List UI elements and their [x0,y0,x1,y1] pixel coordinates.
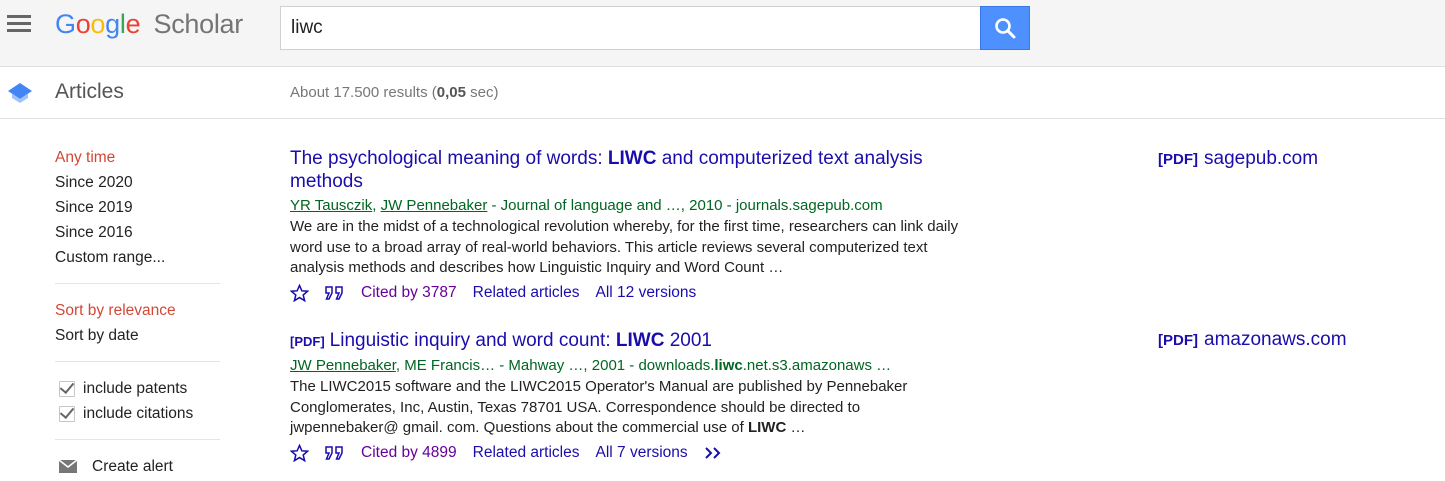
cited-by-link[interactable]: Cited by 4899 [361,442,457,464]
sub-header: Articles About 17.500 results (0,05 sec) [0,67,1445,119]
divider [55,283,220,284]
pdf-tag: [PDF] [290,334,325,349]
pdf-side-link[interactable]: [PDF] sagepub.com [1158,148,1318,170]
envelope-icon [59,459,77,473]
checkbox-label: include citations [83,405,194,422]
result-title-link[interactable]: [PDF] Linguistic inquiry and word count: … [290,329,970,353]
sort-by-relevance[interactable]: Sort by relevance [55,298,220,323]
create-alert-label: Create alert [92,458,173,475]
filter-sidebar: Any time Since 2020 Since 2019 Since 201… [55,145,220,479]
search-button[interactable] [980,6,1030,50]
save-star-icon[interactable] [290,443,309,462]
author-link[interactable]: JW Pennebaker [290,357,396,374]
google-wordmark: Google [55,9,141,39]
search-icon [995,18,1016,39]
include-patents-checkbox[interactable]: include patents [55,376,220,401]
section-title: Articles [55,80,124,103]
cite-quote-icon[interactable] [325,445,345,460]
results-count: About 17.500 results (0,05 sec) [290,84,499,101]
save-star-icon[interactable] [290,283,309,302]
result-meta: JW Pennebaker, ME Francis… - Mahway …, 2… [290,357,892,374]
result-title-link[interactable]: The psychological meaning of words: LIWC… [290,147,970,193]
result-snippet: We are in the midst of a technological r… [290,218,959,276]
result-snippet: The LIWC2015 software and the LIWC2015 O… [290,378,908,436]
search-input[interactable] [280,6,980,50]
more-chevron-icon[interactable] [704,446,724,460]
search-result: The psychological meaning of words: LIWC… [290,147,970,304]
checkbox-checked-icon [59,380,75,397]
graduation-cap-icon [8,83,32,103]
top-header: Google Scholar [0,0,1445,67]
filter-since-2019[interactable]: Since 2019 [55,195,220,220]
filter-custom-range[interactable]: Custom range... [55,245,220,270]
create-alert-button[interactable]: Create alert [55,454,220,479]
search-result: [PDF] Linguistic inquiry and word count: … [290,329,970,464]
cite-quote-icon[interactable] [325,285,345,300]
result-actions: Cited by 3787 Related articles All 12 ve… [290,282,970,304]
filter-since-2016[interactable]: Since 2016 [55,220,220,245]
result-actions: Cited by 4899 Related articles All 7 ver… [290,442,970,464]
related-articles-link[interactable]: Related articles [473,282,580,304]
hamburger-menu-icon[interactable] [7,15,33,35]
sort-by-date[interactable]: Sort by date [55,323,220,348]
related-articles-link[interactable]: Related articles [473,442,580,464]
scholar-wordmark: Scholar [153,9,243,39]
author-link[interactable]: YR Tausczik [290,197,372,214]
all-versions-link[interactable]: All 7 versions [595,442,687,464]
checkbox-label: include patents [83,380,188,397]
divider [55,361,220,362]
result-meta: YR Tausczik, JW Pennebaker - Journal of … [290,197,883,214]
divider [55,439,220,440]
include-citations-checkbox[interactable]: include citations [55,401,220,426]
all-versions-link[interactable]: All 12 versions [595,282,696,304]
google-scholar-logo[interactable]: Google Scholar [55,6,243,42]
author-link[interactable]: JW Pennebaker [381,197,488,214]
pdf-side-link[interactable]: [PDF] amazonaws.com [1158,329,1347,351]
filter-any-time[interactable]: Any time [55,145,220,170]
cited-by-link[interactable]: Cited by 3787 [361,282,457,304]
checkbox-checked-icon [59,405,75,422]
filter-since-2020[interactable]: Since 2020 [55,170,220,195]
